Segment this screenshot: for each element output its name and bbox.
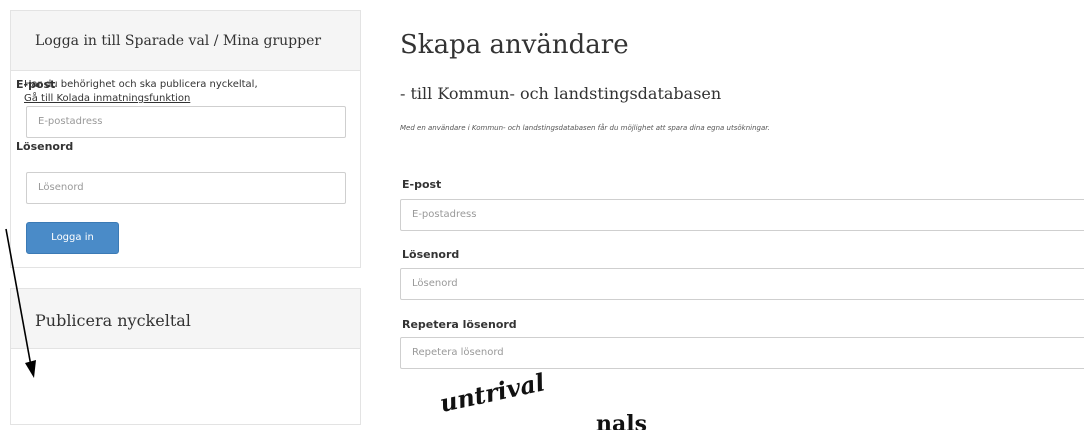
captcha-word-1: untrival [437,367,547,417]
captcha-word-2: nals [596,411,647,430]
captcha-image: untrival nals [437,367,647,430]
